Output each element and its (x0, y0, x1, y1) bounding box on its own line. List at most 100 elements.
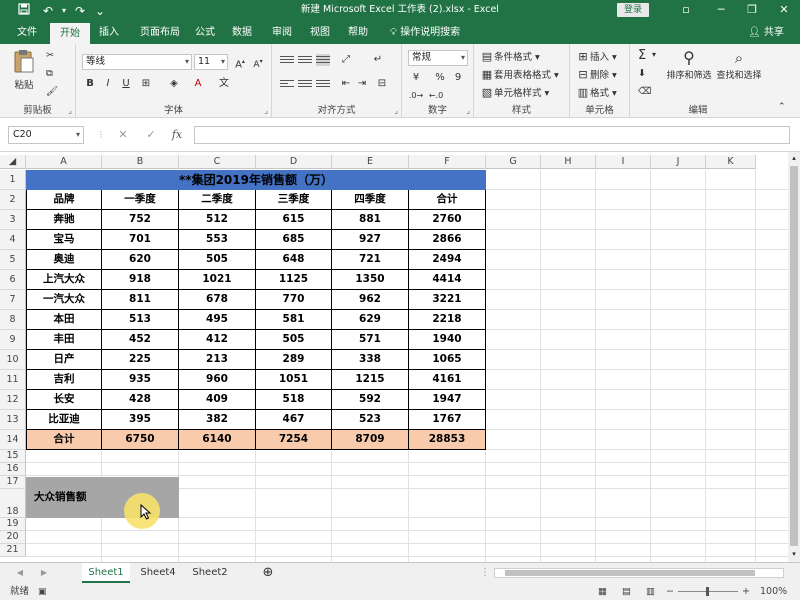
font-name-select[interactable]: 等线 ▾ (82, 54, 192, 70)
page-break-view-icon[interactable]: ▥ (646, 584, 655, 600)
login-button[interactable]: 登录 (617, 3, 649, 17)
column-header-c[interactable]: C (179, 155, 256, 169)
scroll-down-icon[interactable]: ▾ (790, 550, 798, 558)
phonetic-icon[interactable]: 文 (216, 76, 232, 92)
format-cells-button[interactable]: ▥ 格式 ▾ (576, 85, 617, 100)
tab-formulas[interactable]: 公式 (190, 22, 220, 44)
format-painter-icon[interactable]: 🖌︎ (46, 86, 58, 97)
insert-function-icon[interactable]: fx (168, 126, 186, 144)
row-header-16[interactable]: 16 (0, 463, 26, 476)
column-header-i[interactable]: I (596, 155, 651, 169)
select-all-corner[interactable]: ◢ (0, 155, 26, 169)
column-header-d[interactable]: D (256, 155, 332, 169)
row-header-11[interactable]: 11 (0, 370, 26, 390)
tab-data[interactable]: 数据 (226, 22, 258, 44)
formula-input[interactable] (194, 126, 790, 144)
cut-icon[interactable]: ✂ (46, 50, 54, 61)
orientation-icon[interactable]: ⤢ (338, 52, 354, 68)
tab-insert[interactable]: 插入 (92, 22, 126, 44)
autosum-button[interactable]: Σ (638, 48, 646, 63)
worksheet-grid[interactable]: ◢ ABCDEFGHIJK 1 2 3 4 5 6 7 8 9 10 11 12 13 14 15 16 17 1… (0, 152, 800, 562)
minimize-icon[interactable]: ─ (707, 0, 735, 20)
zoom-slider-thumb[interactable] (706, 587, 709, 596)
undo-dropdown-icon[interactable]: ▾ (56, 3, 72, 19)
vertical-scrollbar[interactable]: ▴ ▾ (788, 152, 800, 562)
decrease-font-icon[interactable]: A▾ (250, 54, 266, 70)
row-header-8[interactable]: 8 (0, 310, 26, 330)
column-header-e[interactable]: E (332, 155, 409, 169)
tab-view[interactable]: 视图 (304, 22, 336, 44)
cancel-icon[interactable]: ✕ (114, 126, 132, 144)
number-launcher-icon[interactable]: ⌟ (466, 106, 470, 115)
horizontal-scroll-thumb[interactable] (505, 570, 755, 576)
conditional-formatting-button[interactable]: ▤ 条件格式 ▾ (480, 49, 540, 64)
chevron-down-icon[interactable]: ▾ (652, 50, 656, 59)
collapse-ribbon-icon[interactable]: ⌃ (778, 102, 786, 112)
align-left-icon[interactable] (280, 78, 294, 90)
middle-align-icon[interactable] (298, 54, 312, 66)
sheet-tab-sheet1[interactable]: Sheet1 (82, 563, 130, 583)
row-header-3[interactable]: 3 (0, 210, 26, 230)
enter-icon[interactable]: ✓ (142, 126, 160, 144)
row-header-19[interactable]: 19 (0, 518, 26, 531)
tab-help[interactable]: 帮助 (342, 22, 374, 44)
row-header-17[interactable]: 17 (0, 476, 26, 489)
increase-font-icon[interactable]: A▴ (232, 54, 248, 70)
close-icon[interactable]: ✕ (770, 0, 798, 20)
clear-icon[interactable]: ⌫ (638, 86, 651, 97)
row-header-7[interactable]: 7 (0, 290, 26, 310)
tab-home[interactable]: 开始 (50, 23, 90, 44)
row-header-1[interactable]: 1 (0, 170, 26, 190)
prev-sheet-icon[interactable]: ◀ (14, 563, 26, 583)
zoom-level[interactable]: 100% (760, 584, 787, 600)
row-header-12[interactable]: 12 (0, 390, 26, 410)
horizontal-scrollbar[interactable] (494, 568, 784, 578)
share-button[interactable]: 👤︎ 共享 (748, 22, 784, 44)
fill-icon[interactable]: ⬇ (638, 68, 646, 79)
row-header-20[interactable]: 20 (0, 531, 26, 544)
underline-button[interactable]: U (118, 76, 134, 92)
column-header-f[interactable]: F (409, 155, 486, 169)
cell-styles-button[interactable]: ▧ 单元格样式 ▾ (480, 85, 550, 100)
alignment-launcher-icon[interactable]: ⌟ (394, 106, 398, 115)
macro-record-icon[interactable]: ▣ (38, 584, 47, 600)
tab-file[interactable]: 文件 (10, 22, 44, 44)
font-launcher-icon[interactable]: ⌟ (264, 106, 268, 115)
normal-view-icon[interactable]: ▦ (598, 584, 607, 600)
copy-icon[interactable]: ⧉ (46, 68, 53, 79)
customize-quick-access-icon[interactable]: ⌄ (92, 3, 108, 19)
clipboard-launcher-icon[interactable]: ⌟ (68, 106, 72, 115)
column-header-a[interactable]: A (26, 155, 102, 169)
add-sheet-icon[interactable]: ⊕ (258, 563, 278, 583)
undo-icon[interactable]: ↶ (40, 3, 56, 19)
zoom-slider[interactable] (678, 587, 738, 596)
currency-icon[interactable]: ¥ (408, 70, 424, 86)
save-icon[interactable] (16, 3, 32, 19)
top-align-icon[interactable] (280, 54, 294, 66)
fill-color-icon[interactable]: ◈ (166, 76, 182, 92)
ribbon-display-icon[interactable]: ▫ (672, 0, 700, 20)
row-header-10[interactable]: 10 (0, 350, 26, 370)
column-header-h[interactable]: H (541, 155, 596, 169)
decrease-indent-icon[interactable]: ⇤ (338, 76, 354, 92)
tab-review[interactable]: 审阅 (266, 22, 298, 44)
row-header-21[interactable]: 21 (0, 544, 26, 557)
italic-button[interactable]: I (100, 76, 116, 92)
column-header-k[interactable]: K (706, 155, 756, 169)
row-header-9[interactable]: 9 (0, 330, 26, 350)
wrap-text-icon[interactable]: ↵ (370, 52, 386, 68)
scroll-up-icon[interactable]: ▴ (790, 154, 798, 162)
sort-filter-button[interactable]: ⚲ 排序和筛选 (664, 48, 714, 81)
row-header-6[interactable]: 6 (0, 270, 26, 290)
bold-button[interactable]: B (82, 76, 98, 92)
row-header-18[interactable]: 18 (0, 489, 26, 518)
font-color-icon[interactable]: A (190, 76, 206, 92)
increase-indent-icon[interactable]: ⇥ (354, 76, 370, 92)
percent-button[interactable]: % (432, 70, 448, 86)
comma-style-button[interactable]: 9 (450, 70, 466, 86)
column-header-b[interactable]: B (102, 155, 179, 169)
find-select-button[interactable]: ⌕ 查找和选择 (714, 48, 764, 81)
page-layout-view-icon[interactable]: ▤ (622, 584, 631, 600)
name-box[interactable]: C20 ▾ (8, 126, 84, 144)
sheet-tab-sheet2[interactable]: Sheet2 (186, 563, 234, 583)
